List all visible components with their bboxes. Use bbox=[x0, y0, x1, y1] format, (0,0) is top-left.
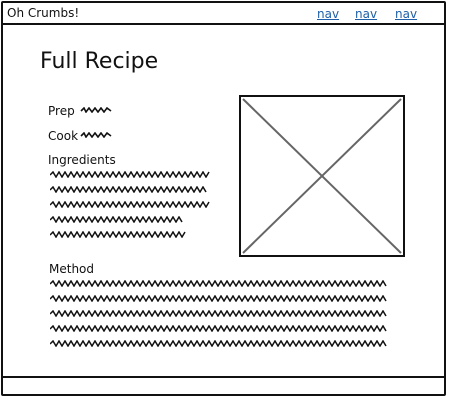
image-placeholder-icon bbox=[239, 95, 405, 257]
scribble-text-line bbox=[50, 216, 183, 223]
footer-bar bbox=[3, 376, 444, 394]
nav-link-2[interactable]: nav bbox=[355, 7, 377, 21]
scribble-text-line bbox=[50, 325, 387, 332]
prep-value-placeholder bbox=[80, 107, 112, 113]
site-brand[interactable]: Oh Crumbs! bbox=[7, 6, 79, 20]
scribble-text-line bbox=[50, 171, 210, 178]
cook-value-placeholder bbox=[80, 132, 112, 138]
page-title: Full Recipe bbox=[40, 49, 159, 74]
scribble-text-line bbox=[50, 340, 387, 347]
ingredients-label: Ingredients bbox=[48, 153, 116, 167]
prep-label: Prep bbox=[48, 104, 75, 118]
browser-window: Oh Crumbs! nav nav nav Full Recipe Prep … bbox=[1, 1, 446, 396]
scribble-text-line bbox=[50, 280, 387, 287]
scribble-text-line bbox=[50, 231, 186, 238]
top-navigation-bar: Oh Crumbs! nav nav nav bbox=[3, 3, 444, 25]
scribble-text-line bbox=[50, 186, 207, 193]
scribble-text-line bbox=[50, 310, 387, 317]
cook-label: Cook bbox=[48, 129, 79, 143]
method-label: Method bbox=[49, 262, 95, 276]
scribble-text-line bbox=[50, 295, 387, 302]
nav-link-3[interactable]: nav bbox=[395, 7, 417, 21]
nav-link-1[interactable]: nav bbox=[317, 7, 339, 21]
scribble-text-line bbox=[50, 201, 210, 208]
